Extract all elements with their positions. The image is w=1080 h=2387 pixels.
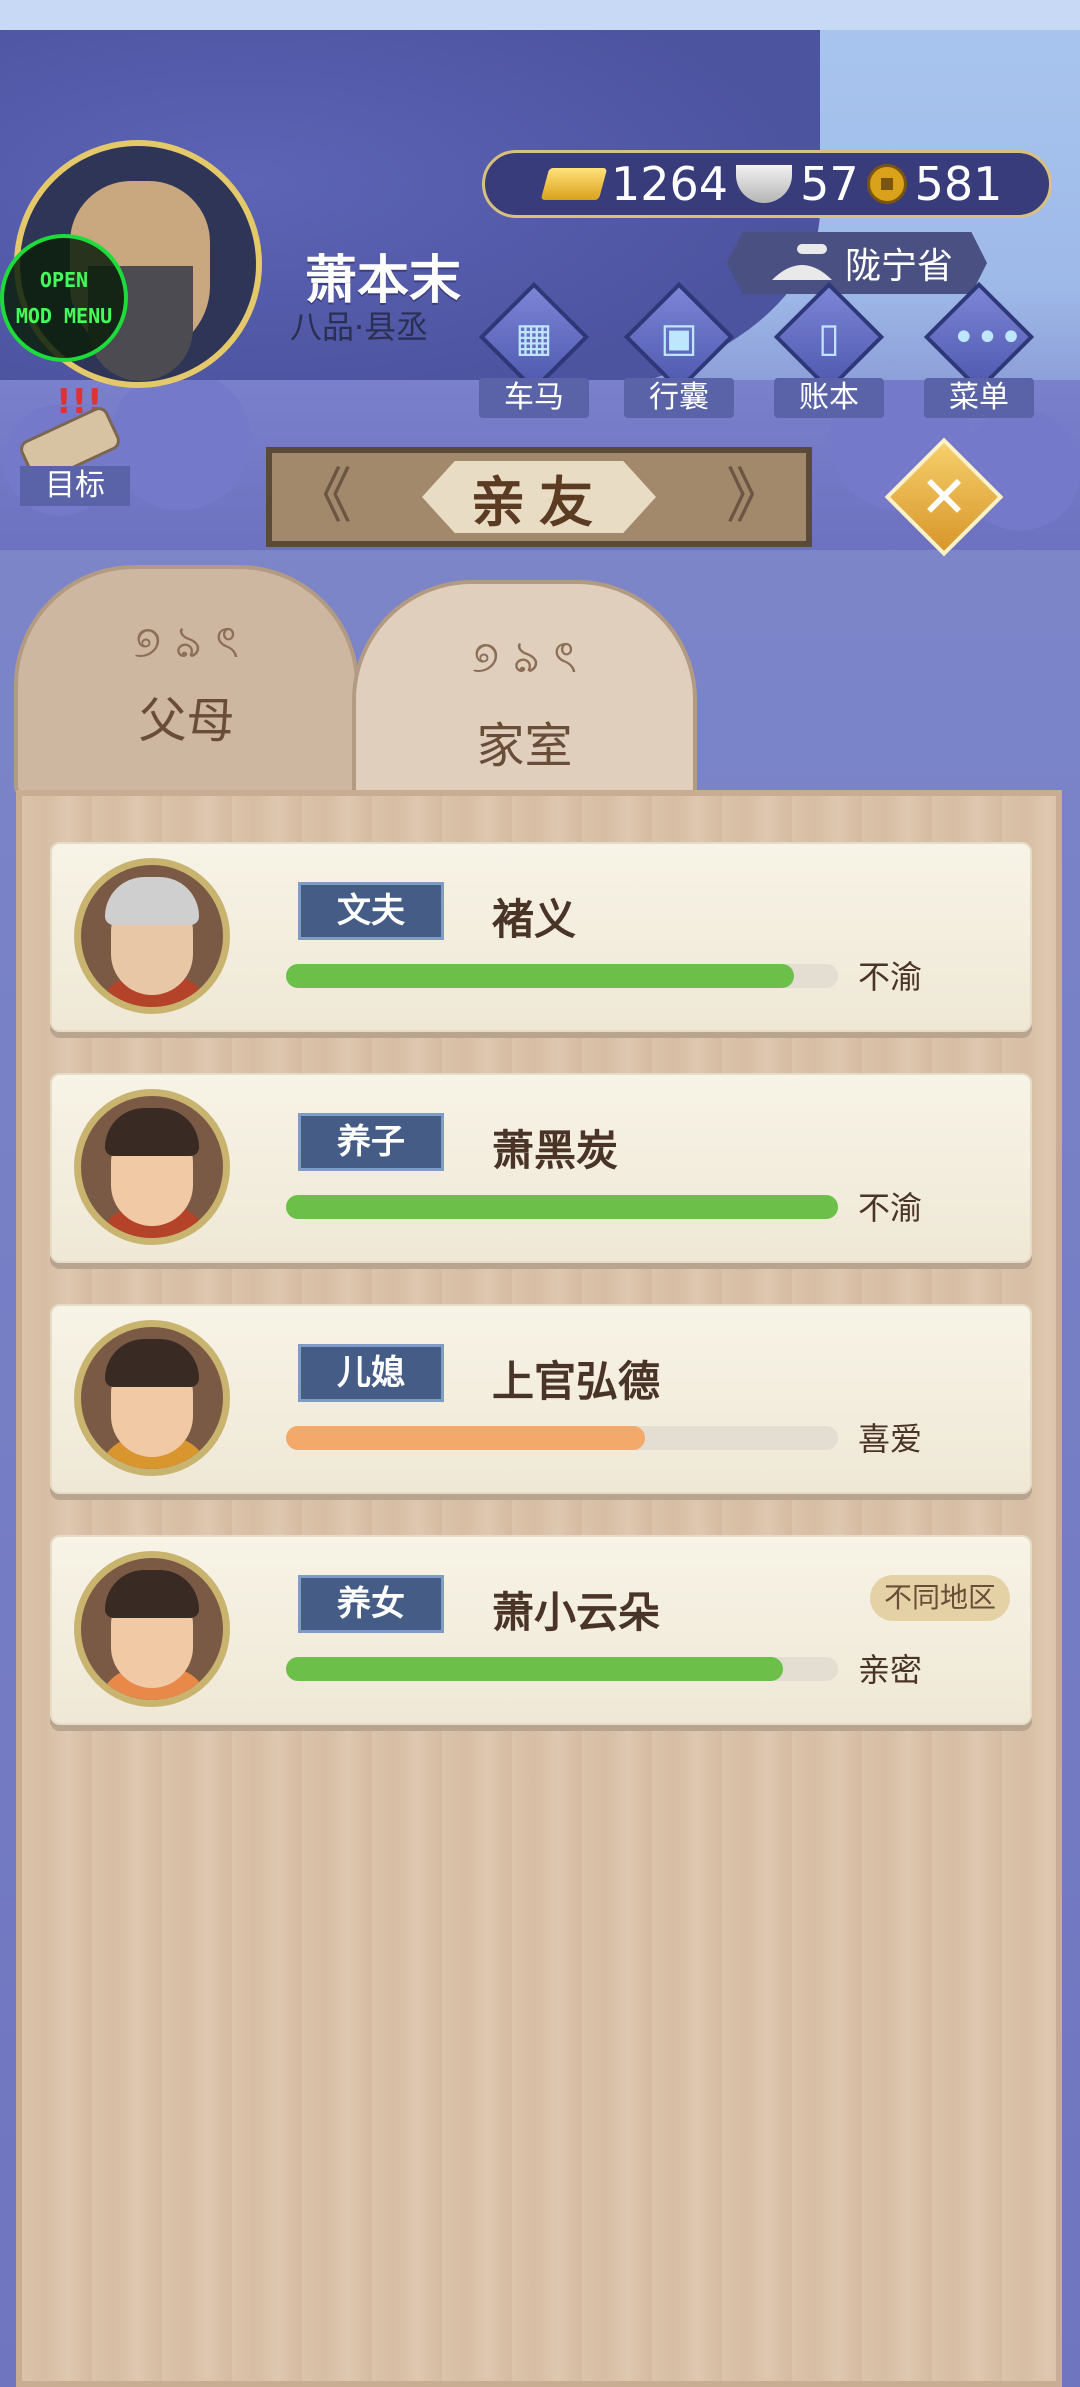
different-region-badge: 不同地区 <box>870 1575 1010 1621</box>
mood-label: 亲密 <box>858 1651 923 1689</box>
avatar-hair <box>105 1108 199 1156</box>
cloud-ornament-icon: ୭ ঌ ৎ <box>472 632 577 683</box>
carriage-icon: ▦ <box>515 315 553 361</box>
menu-more-button[interactable]: ••• 菜单 <box>923 281 1035 418</box>
affinity-bar-fill <box>286 964 794 988</box>
target-label[interactable]: 目标 <box>20 466 130 506</box>
relative-name: 上官弘德 <box>492 1357 661 1406</box>
currency-bar: 1264 57 581 <box>482 150 1052 218</box>
relative-card[interactable]: 文夫 褚义 不渝 <box>50 842 1032 1032</box>
affinity-bar <box>286 964 838 988</box>
relative-avatar <box>74 1320 230 1476</box>
chevron-left-ornament: 《 <box>292 462 352 532</box>
silver-amount: 57 <box>800 157 859 211</box>
province-button[interactable]: 陇宁省 <box>727 232 987 294</box>
relative-card[interactable]: 养子 萧黑炭 不渝 <box>50 1073 1032 1263</box>
tab-parents[interactable]: ୭ ঌ ৎ 父母 <box>14 565 359 795</box>
mood-label: 喜爱 <box>858 1420 923 1458</box>
relative-card[interactable]: 养女 萧小云朵 不同地区 亲密 <box>50 1535 1032 1725</box>
avatar-hair <box>105 1570 199 1618</box>
relation-tag: 养女 <box>298 1575 444 1633</box>
affinity-bar <box>286 1657 838 1681</box>
relative-avatar <box>74 1089 230 1245</box>
affinity-bar-fill <box>286 1426 645 1450</box>
bag-icon: ▣ <box>660 315 698 361</box>
tab-label: 父母 <box>138 693 235 749</box>
avatar-hair <box>105 1339 199 1387</box>
relative-name: 萧小云朵 <box>492 1588 661 1637</box>
mod-menu-line1: OPEN <box>39 268 89 292</box>
avatar-hair <box>105 877 199 925</box>
chevron-right-ornament: 》 <box>726 462 786 532</box>
mood-label: 不渝 <box>858 1189 923 1227</box>
menu-label: 行囊 <box>624 378 734 418</box>
sky-background <box>0 0 1080 30</box>
menu-bag-button[interactable]: ▣ 行囊 <box>623 281 735 418</box>
silver-ingot-icon <box>736 165 793 203</box>
coin-amount: 581 <box>914 157 1003 211</box>
affinity-bar <box>286 1195 838 1219</box>
relative-name: 萧黑炭 <box>492 1126 619 1175</box>
relation-tag: 养子 <box>298 1113 444 1171</box>
tab-label: 家室 <box>476 718 573 774</box>
close-icon: ✕ <box>919 463 969 531</box>
relation-tag: 文夫 <box>298 882 444 940</box>
menu-carriage-button[interactable]: ▦ 车马 <box>478 281 590 418</box>
gold-ingot-icon <box>540 168 608 200</box>
affinity-bar-fill <box>286 1195 838 1219</box>
relative-name: 褚义 <box>492 895 577 944</box>
seal-icon <box>772 244 832 280</box>
copper-coin-icon <box>866 164 907 204</box>
tab-household[interactable]: ୭ ঌ ৎ 家室 <box>352 580 697 820</box>
page-title-plaque: 《 亲友 》 <box>266 447 812 547</box>
open-mod-menu-button[interactable]: OPEN MOD MENU <box>0 234 128 362</box>
cloud-ornament-icon: ୭ ঌ ৎ <box>134 617 239 668</box>
affinity-bar-fill <box>286 1657 783 1681</box>
relative-card[interactable]: 儿媳 上官弘德 喜爱 <box>50 1304 1032 1494</box>
relative-avatar <box>74 858 230 1014</box>
province-label: 陇宁省 <box>844 246 953 287</box>
more-icon: ••• <box>952 315 1023 361</box>
menu-label: 账本 <box>774 378 884 418</box>
page-title: 亲友 <box>422 461 656 533</box>
relative-avatar <box>74 1551 230 1707</box>
menu-ledger-button[interactable]: ▯ 账本 <box>773 281 885 418</box>
affinity-bar <box>286 1426 838 1450</box>
player-rank: 八品·县丞 <box>290 308 429 346</box>
mood-label: 不渝 <box>858 958 923 996</box>
mod-menu-line2: MOD MENU <box>15 304 113 328</box>
ledger-icon: ▯ <box>817 315 840 361</box>
relation-tag: 儿媳 <box>298 1344 444 1402</box>
gold-amount: 1264 <box>611 157 729 211</box>
menu-label: 菜单 <box>924 378 1034 418</box>
target-button[interactable]: !!! <box>16 382 124 487</box>
menu-label: 车马 <box>479 378 589 418</box>
